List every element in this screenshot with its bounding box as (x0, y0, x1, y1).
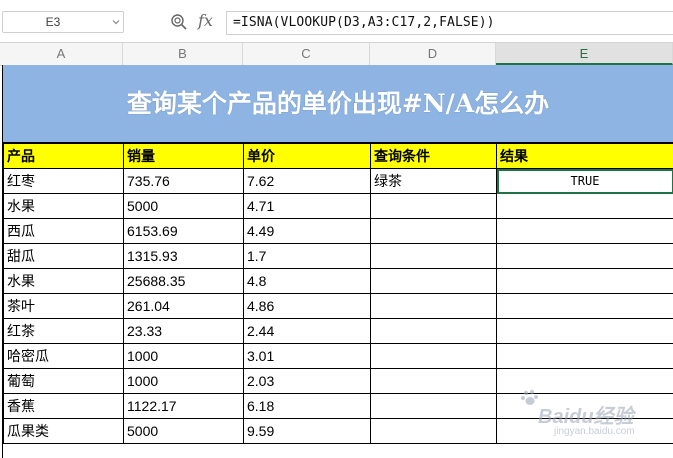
table-cell[interactable]: 4.8 (243, 268, 371, 294)
table-cell[interactable] (496, 318, 673, 344)
column-header-e[interactable]: E (496, 43, 673, 65)
table-cell[interactable] (370, 243, 497, 269)
table-cell[interactable]: 5000 (123, 193, 244, 219)
table-cell[interactable]: 1122.17 (123, 393, 244, 419)
formula-input[interactable]: =ISNA(VLOOKUP(D3,A3:C17,2,FALSE)) (226, 11, 673, 35)
table-cell[interactable]: 2.03 (243, 368, 371, 394)
table-cell[interactable] (370, 193, 497, 219)
name-box-value: E3 (45, 15, 61, 29)
table-cell[interactable]: 3.01 (243, 343, 371, 369)
title-cell[interactable]: 查询某个产品的单价出现#N/A怎么办 (3, 65, 673, 143)
table-cell[interactable] (370, 218, 497, 244)
watermark-brand: Baidu经验 (538, 406, 634, 428)
table-cell[interactable] (496, 193, 673, 219)
table-cell[interactable]: 6.18 (243, 393, 371, 419)
column-header-row: ABCDE (0, 43, 673, 66)
table-cell[interactable]: 4.86 (243, 293, 371, 319)
title-text: 查询某个产品的单价出现#N/A怎么办 (126, 89, 550, 118)
table-row: 红茶 23.33 2.44 (3, 318, 673, 344)
table-cell[interactable]: 瓜果类 (3, 418, 124, 444)
header-cell[interactable]: 结果 (496, 143, 673, 169)
table-cell[interactable] (370, 418, 497, 444)
table-row: 哈密瓜 1000 3.01 (3, 343, 673, 369)
table-cell[interactable]: 香蕉 (3, 393, 124, 419)
fx-icon[interactable]: fx (198, 11, 213, 30)
table-cell[interactable]: 西瓜 (3, 218, 124, 244)
table-cell[interactable]: 9.59 (243, 418, 371, 444)
table-cell[interactable] (496, 293, 673, 319)
table-cell[interactable]: 水果 (3, 193, 124, 219)
header-cell[interactable]: 单价 (243, 143, 371, 169)
table-cell[interactable] (496, 218, 673, 244)
table-cell[interactable] (496, 268, 673, 294)
column-header-b[interactable]: B (123, 43, 243, 65)
table-row: 水果 25688.35 4.8 (3, 268, 673, 294)
zoom-icon[interactable] (170, 13, 188, 31)
table-cell[interactable]: 7.62 (243, 168, 371, 194)
column-header-d[interactable]: D (370, 43, 496, 65)
table-cell[interactable] (370, 393, 497, 419)
table-cell[interactable] (496, 343, 673, 369)
table-cell[interactable]: 261.04 (123, 293, 244, 319)
table-cell[interactable]: 735.76 (123, 168, 244, 194)
table-row: 红枣 735.76 7.62 绿茶 TRUE (3, 168, 673, 194)
header-cell[interactable]: 查询条件 (370, 143, 497, 169)
formula-bar: E3 fx =ISNA(VLOOKUP(D3,A3:C17,2,FALSE)) (0, 0, 673, 43)
table-cell[interactable]: 1000 (123, 343, 244, 369)
table-cell[interactable]: 6153.69 (123, 218, 244, 244)
watermark-url: jingyan.baidu.com (554, 426, 635, 437)
header-cell[interactable]: 销量 (123, 143, 244, 169)
table-row: 茶叶 261.04 4.86 (3, 293, 673, 319)
selected-cell[interactable]: TRUE (496, 168, 673, 194)
chevron-down-icon[interactable] (112, 18, 120, 26)
table-cell[interactable] (370, 293, 497, 319)
table-cell[interactable]: 5000 (123, 418, 244, 444)
table-row: 水果 5000 4.71 (3, 193, 673, 219)
table-cell[interactable]: 2.44 (243, 318, 371, 344)
table-cell[interactable]: 甜瓜 (3, 243, 124, 269)
table-cell[interactable]: 1000 (123, 368, 244, 394)
header-cell[interactable]: 产品 (3, 143, 124, 169)
table-cell[interactable] (370, 368, 497, 394)
table-cell[interactable]: 4.49 (243, 218, 371, 244)
table-row: 西瓜 6153.69 4.49 (3, 218, 673, 244)
table-cell[interactable]: 23.33 (123, 318, 244, 344)
table-cell[interactable]: 葡萄 (3, 368, 124, 394)
table-cell[interactable]: 水果 (3, 268, 124, 294)
header-row: 产品 销量 单价 查询条件 结果 (3, 143, 673, 169)
table-cell[interactable]: 哈密瓜 (3, 343, 124, 369)
table-cell[interactable] (496, 243, 673, 269)
table-cell[interactable]: 1315.93 (123, 243, 244, 269)
name-box[interactable]: E3 (2, 11, 124, 33)
table-cell[interactable]: 茶叶 (3, 293, 124, 319)
table-cell[interactable] (370, 268, 497, 294)
column-header-a[interactable]: A (0, 43, 123, 65)
watermark: Baidu经验 jingyan.baidu.com (520, 388, 670, 448)
table-cell[interactable]: 25688.35 (123, 268, 244, 294)
table-cell[interactable]: 绿茶 (370, 168, 497, 194)
column-header-c[interactable]: C (243, 43, 370, 65)
paw-icon (521, 389, 538, 405)
table-row: 甜瓜 1315.93 1.7 (3, 243, 673, 269)
table-cell[interactable] (370, 318, 497, 344)
table-cell[interactable] (370, 343, 497, 369)
table-cell[interactable]: 4.71 (243, 193, 371, 219)
formula-text: =ISNA(VLOOKUP(D3,A3:C17,2,FALSE)) (233, 15, 495, 30)
table-cell[interactable]: 1.7 (243, 243, 371, 269)
table-cell[interactable]: 红茶 (3, 318, 124, 344)
table-cell[interactable]: 红枣 (3, 168, 124, 194)
